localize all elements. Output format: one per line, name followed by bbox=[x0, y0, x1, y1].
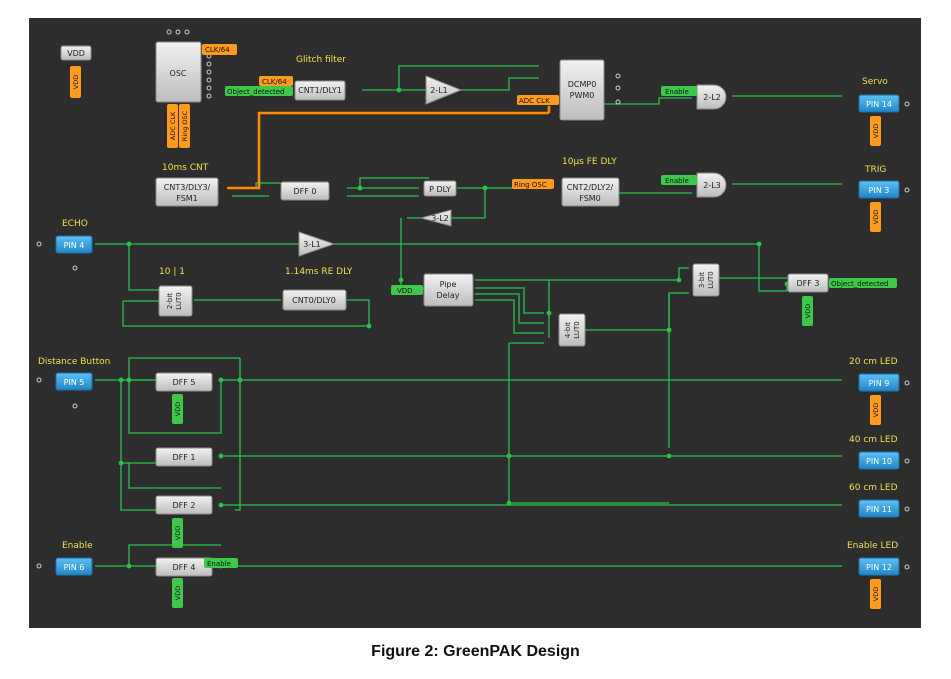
pin9-label: PIN 9 bbox=[869, 379, 890, 388]
title-lut-10-1: 10 | 1 bbox=[159, 267, 185, 277]
lut2-label-1: 2-bit bbox=[166, 293, 174, 309]
lut2-label-2: LUT0 bbox=[175, 292, 183, 309]
pin12-label: PIN 12 bbox=[866, 563, 892, 572]
tag-object-detected-out: Object_detected bbox=[831, 280, 888, 288]
pin14-label: PIN 14 bbox=[866, 100, 892, 109]
tag-vdd-pin12: VDD bbox=[872, 587, 880, 601]
tag-vdd-dff5: VDD bbox=[174, 402, 182, 416]
title-glitch-filter: Glitch filter bbox=[296, 55, 346, 65]
title-40cm-led: 40 cm LED bbox=[849, 435, 898, 445]
dff4-label: DFF 4 bbox=[173, 563, 196, 572]
title-enable-led: Enable LED bbox=[847, 541, 898, 551]
dcmp0-label: DCMP0 bbox=[568, 80, 597, 89]
lut3-label-1: 3-bit bbox=[698, 272, 706, 288]
dff1-label: DFF 1 bbox=[173, 453, 196, 462]
title-servo: Servo bbox=[862, 77, 888, 87]
pwm0-label: PWM0 bbox=[570, 91, 595, 100]
title-fe-dly: 10µs FE DLY bbox=[562, 157, 617, 167]
tag-adc-clk: ADC CLK bbox=[519, 97, 550, 105]
title-echo: ECHO bbox=[62, 219, 88, 229]
tag-vdd-pin9: VDD bbox=[872, 403, 880, 417]
dcmp0-block[interactable] bbox=[559, 59, 605, 121]
tag-vdd-dff3: VDD bbox=[804, 304, 812, 318]
pipe-delay-block[interactable] bbox=[423, 273, 474, 307]
figure-caption: Figure 2: GreenPAK Design bbox=[371, 643, 580, 660]
pin10-label: PIN 10 bbox=[866, 457, 892, 466]
title-10ms-cnt: 10ms CNT bbox=[162, 163, 209, 173]
lut4-label-1: 4-bit bbox=[564, 322, 572, 338]
title-distance-button: Distance Button bbox=[38, 357, 110, 367]
cnt3-label-1: CNT3/DLY3/ bbox=[164, 183, 211, 192]
cnt2-label-1: CNT2/DLY2/ bbox=[567, 183, 614, 192]
lut3-label-2: LUT0 bbox=[707, 271, 715, 288]
cnt3-label-2: FSM1 bbox=[176, 194, 198, 203]
junctions bbox=[118, 87, 790, 569]
title-trig: TRIG bbox=[864, 165, 886, 175]
lut4-block[interactable] bbox=[558, 313, 586, 347]
title-enable: Enable bbox=[62, 541, 93, 551]
tag-vdd-pipe: VDD bbox=[397, 287, 413, 295]
cnt2-label-2: FSM0 bbox=[579, 194, 601, 203]
title-20cm-led: 20 cm LED bbox=[849, 357, 898, 367]
tag-osc-ring-osc: Ring OSC bbox=[181, 110, 189, 141]
green-wires bbox=[95, 65, 842, 567]
pipe-label-1: Pipe bbox=[440, 280, 457, 289]
dff0-label: DFF 0 bbox=[294, 187, 317, 196]
pin5-label: PIN 5 bbox=[64, 378, 85, 387]
title-re-dly: 1.14ms RE DLY bbox=[285, 267, 353, 277]
dff2-label: DFF 2 bbox=[173, 501, 196, 510]
lut3-block[interactable] bbox=[692, 263, 720, 297]
lut4-label-2: LUT0 bbox=[573, 321, 581, 338]
orange-wires bbox=[227, 106, 551, 190]
osc-label: OSC bbox=[170, 69, 187, 78]
dff5-label: DFF 5 bbox=[173, 378, 196, 387]
tag-osc-adc-clk: ADC CLK bbox=[169, 111, 177, 140]
cnt1-label: CNT1/DLY1 bbox=[298, 86, 342, 95]
pin4-label: PIN 4 bbox=[64, 241, 85, 250]
tag-clk64-out: CLK/64 bbox=[205, 46, 230, 54]
cnt0-label: CNT0/DLY0 bbox=[292, 296, 336, 305]
tag-vdd-dff2: VDD bbox=[174, 526, 182, 540]
2l2-label: 2-L2 bbox=[703, 93, 721, 102]
2l1-label: 2-L1 bbox=[430, 86, 448, 95]
dff3-label: DFF 3 bbox=[797, 279, 820, 288]
tag-object-detected-in: Object_detected bbox=[227, 88, 284, 96]
vertical-tag-labels: VDD ADC CLK Ring OSC VDD VDD VDD VDD VDD… bbox=[72, 75, 880, 601]
tag-clk64-in: CLK/64 bbox=[262, 78, 287, 86]
3l2-label: 3-L2 bbox=[431, 214, 449, 223]
pin6-label: PIN 6 bbox=[64, 563, 85, 572]
tag-ring-osc: Ring OSC bbox=[514, 181, 547, 189]
title-60cm-led: 60 cm LED bbox=[849, 483, 898, 493]
pdly-label: P DLY bbox=[429, 185, 451, 194]
tag-enable-2l3: Enable bbox=[665, 177, 689, 185]
tag-vdd-pin14: VDD bbox=[872, 124, 880, 138]
2l3-label: 2-L3 bbox=[703, 181, 721, 190]
tag-enable-2l2: Enable bbox=[665, 88, 689, 96]
pin3-label: PIN 3 bbox=[869, 186, 890, 195]
vdd-label: VDD bbox=[67, 49, 85, 58]
pin11-label: PIN 11 bbox=[866, 505, 892, 514]
3l1-label: 3-L1 bbox=[303, 240, 321, 249]
schematic: VDD OSC CNT1/DLY1 DCMP0 PWM0 2-L2 2-L1 C… bbox=[36, 29, 910, 609]
tag-enable-out: Enable bbox=[207, 560, 231, 568]
tag-vdd-pin3: VDD bbox=[872, 210, 880, 224]
design-canvas: VDD OSC CNT1/DLY1 DCMP0 PWM0 2-L2 2-L1 C… bbox=[29, 18, 921, 628]
tag-vdd-dff4: VDD bbox=[174, 586, 182, 600]
tag-vdd-power: VDD bbox=[72, 75, 80, 89]
pipe-label-2: Delay bbox=[437, 291, 460, 300]
vertical-tags bbox=[70, 66, 881, 609]
